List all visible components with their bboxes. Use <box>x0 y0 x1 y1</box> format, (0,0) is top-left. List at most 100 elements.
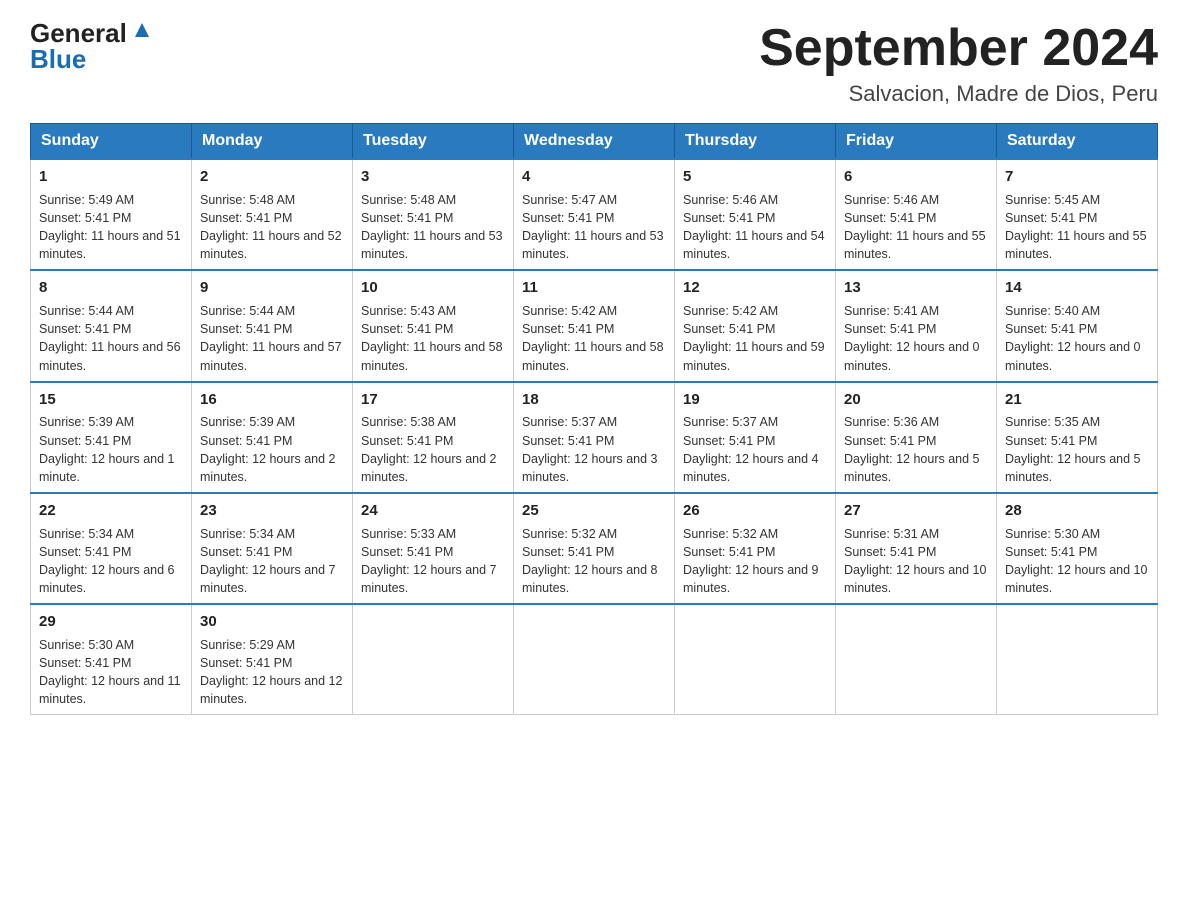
day-number: 1 <box>39 166 183 188</box>
day-info: Sunrise: 5:40 AMSunset: 5:41 PMDaylight:… <box>1005 304 1141 372</box>
logo-triangle-icon <box>131 19 153 41</box>
calendar-cell: 3 Sunrise: 5:48 AMSunset: 5:41 PMDayligh… <box>353 159 514 270</box>
calendar-cell: 9 Sunrise: 5:44 AMSunset: 5:41 PMDayligh… <box>192 270 353 381</box>
title-area: September 2024 Salvacion, Madre de Dios,… <box>759 20 1158 107</box>
day-info: Sunrise: 5:47 AMSunset: 5:41 PMDaylight:… <box>522 193 664 261</box>
calendar-cell: 7 Sunrise: 5:45 AMSunset: 5:41 PMDayligh… <box>997 159 1158 270</box>
calendar-cell: 16 Sunrise: 5:39 AMSunset: 5:41 PMDaylig… <box>192 382 353 493</box>
day-info: Sunrise: 5:45 AMSunset: 5:41 PMDaylight:… <box>1005 193 1147 261</box>
day-info: Sunrise: 5:31 AMSunset: 5:41 PMDaylight:… <box>844 527 986 595</box>
day-info: Sunrise: 5:39 AMSunset: 5:41 PMDaylight:… <box>39 415 175 483</box>
day-info: Sunrise: 5:43 AMSunset: 5:41 PMDaylight:… <box>361 304 503 372</box>
logo-general-text: General <box>30 20 127 46</box>
calendar-cell: 1 Sunrise: 5:49 AMSunset: 5:41 PMDayligh… <box>31 159 192 270</box>
calendar-cell <box>675 604 836 715</box>
page-header: General Blue September 2024 Salvacion, M… <box>30 20 1158 107</box>
day-number: 2 <box>200 166 344 188</box>
day-number: 4 <box>522 166 666 188</box>
calendar-cell <box>836 604 997 715</box>
calendar-cell: 18 Sunrise: 5:37 AMSunset: 5:41 PMDaylig… <box>514 382 675 493</box>
calendar-cell: 26 Sunrise: 5:32 AMSunset: 5:41 PMDaylig… <box>675 493 836 604</box>
calendar-cell: 10 Sunrise: 5:43 AMSunset: 5:41 PMDaylig… <box>353 270 514 381</box>
header-friday: Friday <box>836 124 997 160</box>
day-number: 11 <box>522 277 666 299</box>
calendar-cell: 4 Sunrise: 5:47 AMSunset: 5:41 PMDayligh… <box>514 159 675 270</box>
day-info: Sunrise: 5:32 AMSunset: 5:41 PMDaylight:… <box>522 527 658 595</box>
day-number: 7 <box>1005 166 1149 188</box>
calendar-cell: 12 Sunrise: 5:42 AMSunset: 5:41 PMDaylig… <box>675 270 836 381</box>
day-info: Sunrise: 5:39 AMSunset: 5:41 PMDaylight:… <box>200 415 336 483</box>
calendar-cell: 22 Sunrise: 5:34 AMSunset: 5:41 PMDaylig… <box>31 493 192 604</box>
day-info: Sunrise: 5:46 AMSunset: 5:41 PMDaylight:… <box>844 193 986 261</box>
header-tuesday: Tuesday <box>353 124 514 160</box>
day-info: Sunrise: 5:29 AMSunset: 5:41 PMDaylight:… <box>200 638 342 706</box>
day-info: Sunrise: 5:34 AMSunset: 5:41 PMDaylight:… <box>39 527 175 595</box>
calendar-table: SundayMondayTuesdayWednesdayThursdayFrid… <box>30 123 1158 715</box>
calendar-cell: 23 Sunrise: 5:34 AMSunset: 5:41 PMDaylig… <box>192 493 353 604</box>
header-saturday: Saturday <box>997 124 1158 160</box>
header-monday: Monday <box>192 124 353 160</box>
day-info: Sunrise: 5:30 AMSunset: 5:41 PMDaylight:… <box>1005 527 1147 595</box>
logo: General Blue <box>30 20 153 72</box>
day-number: 21 <box>1005 389 1149 411</box>
day-number: 14 <box>1005 277 1149 299</box>
day-info: Sunrise: 5:37 AMSunset: 5:41 PMDaylight:… <box>522 415 658 483</box>
day-number: 23 <box>200 500 344 522</box>
calendar-cell: 24 Sunrise: 5:33 AMSunset: 5:41 PMDaylig… <box>353 493 514 604</box>
day-info: Sunrise: 5:49 AMSunset: 5:41 PMDaylight:… <box>39 193 181 261</box>
header-thursday: Thursday <box>675 124 836 160</box>
day-number: 18 <box>522 389 666 411</box>
day-number: 27 <box>844 500 988 522</box>
day-info: Sunrise: 5:30 AMSunset: 5:41 PMDaylight:… <box>39 638 181 706</box>
week-row-3: 15 Sunrise: 5:39 AMSunset: 5:41 PMDaylig… <box>31 382 1158 493</box>
day-headers-row: SundayMondayTuesdayWednesdayThursdayFrid… <box>31 124 1158 160</box>
day-info: Sunrise: 5:42 AMSunset: 5:41 PMDaylight:… <box>683 304 825 372</box>
day-info: Sunrise: 5:36 AMSunset: 5:41 PMDaylight:… <box>844 415 980 483</box>
day-number: 17 <box>361 389 505 411</box>
calendar-cell: 13 Sunrise: 5:41 AMSunset: 5:41 PMDaylig… <box>836 270 997 381</box>
calendar-cell: 8 Sunrise: 5:44 AMSunset: 5:41 PMDayligh… <box>31 270 192 381</box>
calendar-cell: 14 Sunrise: 5:40 AMSunset: 5:41 PMDaylig… <box>997 270 1158 381</box>
day-info: Sunrise: 5:32 AMSunset: 5:41 PMDaylight:… <box>683 527 819 595</box>
day-number: 9 <box>200 277 344 299</box>
day-info: Sunrise: 5:48 AMSunset: 5:41 PMDaylight:… <box>361 193 503 261</box>
week-row-5: 29 Sunrise: 5:30 AMSunset: 5:41 PMDaylig… <box>31 604 1158 715</box>
day-number: 16 <box>200 389 344 411</box>
day-info: Sunrise: 5:38 AMSunset: 5:41 PMDaylight:… <box>361 415 497 483</box>
header-wednesday: Wednesday <box>514 124 675 160</box>
calendar-cell: 28 Sunrise: 5:30 AMSunset: 5:41 PMDaylig… <box>997 493 1158 604</box>
day-info: Sunrise: 5:44 AMSunset: 5:41 PMDaylight:… <box>200 304 342 372</box>
calendar-cell <box>514 604 675 715</box>
calendar-cell: 19 Sunrise: 5:37 AMSunset: 5:41 PMDaylig… <box>675 382 836 493</box>
calendar-cell: 25 Sunrise: 5:32 AMSunset: 5:41 PMDaylig… <box>514 493 675 604</box>
day-number: 22 <box>39 500 183 522</box>
header-sunday: Sunday <box>31 124 192 160</box>
week-row-4: 22 Sunrise: 5:34 AMSunset: 5:41 PMDaylig… <box>31 493 1158 604</box>
day-number: 19 <box>683 389 827 411</box>
day-info: Sunrise: 5:48 AMSunset: 5:41 PMDaylight:… <box>200 193 342 261</box>
day-number: 13 <box>844 277 988 299</box>
calendar-cell: 21 Sunrise: 5:35 AMSunset: 5:41 PMDaylig… <box>997 382 1158 493</box>
calendar-cell: 6 Sunrise: 5:46 AMSunset: 5:41 PMDayligh… <box>836 159 997 270</box>
day-number: 12 <box>683 277 827 299</box>
calendar-cell: 15 Sunrise: 5:39 AMSunset: 5:41 PMDaylig… <box>31 382 192 493</box>
calendar-cell: 17 Sunrise: 5:38 AMSunset: 5:41 PMDaylig… <box>353 382 514 493</box>
day-info: Sunrise: 5:42 AMSunset: 5:41 PMDaylight:… <box>522 304 664 372</box>
calendar-cell: 5 Sunrise: 5:46 AMSunset: 5:41 PMDayligh… <box>675 159 836 270</box>
day-number: 29 <box>39 611 183 633</box>
day-number: 20 <box>844 389 988 411</box>
day-number: 6 <box>844 166 988 188</box>
day-number: 25 <box>522 500 666 522</box>
day-info: Sunrise: 5:41 AMSunset: 5:41 PMDaylight:… <box>844 304 980 372</box>
day-info: Sunrise: 5:44 AMSunset: 5:41 PMDaylight:… <box>39 304 181 372</box>
day-number: 30 <box>200 611 344 633</box>
calendar-cell: 29 Sunrise: 5:30 AMSunset: 5:41 PMDaylig… <box>31 604 192 715</box>
day-number: 28 <box>1005 500 1149 522</box>
day-number: 15 <box>39 389 183 411</box>
logo-blue-text: Blue <box>30 46 86 72</box>
day-info: Sunrise: 5:35 AMSunset: 5:41 PMDaylight:… <box>1005 415 1141 483</box>
calendar-cell: 2 Sunrise: 5:48 AMSunset: 5:41 PMDayligh… <box>192 159 353 270</box>
day-info: Sunrise: 5:33 AMSunset: 5:41 PMDaylight:… <box>361 527 497 595</box>
calendar-cell <box>997 604 1158 715</box>
day-number: 3 <box>361 166 505 188</box>
